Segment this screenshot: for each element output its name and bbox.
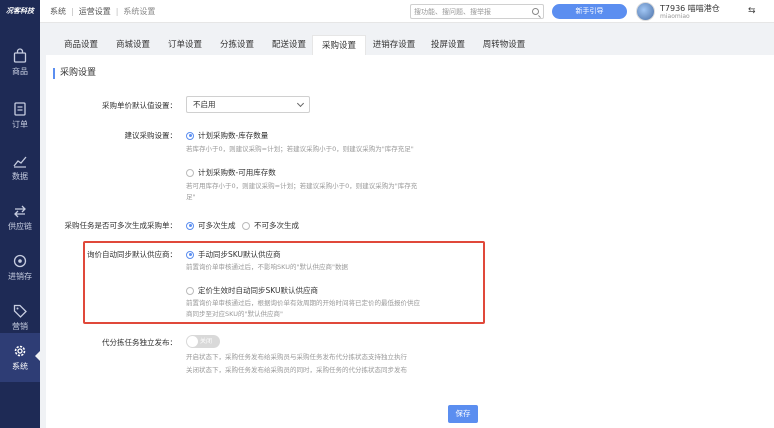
purchase-settings-panel: 采购设置 采购单价默认值设置： 不启用 建议采购设置： 计划采购数-库存数量 若… (46, 55, 774, 428)
tab-sorting-settings[interactable]: 分拣设置 (208, 35, 266, 55)
independent-publish-toggle[interactable]: 关闭 (186, 335, 220, 348)
top-bar: 况客科技 系统|运营设置|系统设置 新手引导 T7936 喵喵港仓 miaomi… (0, 0, 774, 23)
breadcrumb-item-ops[interactable]: 运营设置 (79, 7, 111, 16)
breadcrumb-item-system[interactable]: 系统 (50, 7, 66, 16)
inquiry-opt-manual-desc: 前置询价单审核通过后，不影响SKU的"默认供应商"数据 (186, 263, 348, 271)
tab-order-settings[interactable]: 订单设置 (156, 35, 214, 55)
section-title: 采购设置 (53, 68, 96, 79)
breadcrumb-item-current: 系统设置 (123, 7, 156, 16)
suggest-purchase-label: 建议采购设置： (124, 131, 178, 140)
order-icon (14, 102, 26, 116)
chart-icon (13, 156, 27, 168)
tab-inventory-settings[interactable]: 进销存设置 (364, 35, 424, 55)
sidebar-item-label: 进销存 (8, 272, 32, 281)
sidebar-item-label: 订单 (12, 120, 28, 129)
suggest-opt-available-desc-cont: 足" (186, 193, 196, 201)
multi-opt-no-label: 不可多次生成 (254, 221, 299, 230)
sidebar-item-label: 数据 (12, 172, 28, 181)
sidebar-item-label: 供应链 (8, 222, 32, 231)
independent-publish-label: 代分拣任务独立发布： (102, 338, 177, 347)
tab-goods-settings[interactable]: 商品设置 (52, 35, 110, 55)
independent-desc-on: 开启状态下，采购任务发布给采购员与采购任务发布代分拣状态支持独立执行 (186, 353, 407, 361)
search-icon[interactable] (532, 8, 539, 15)
tab-delivery-settings[interactable]: 配送设置 (260, 35, 318, 55)
sidebar-item-supply[interactable]: 供应链 (0, 193, 40, 242)
sidebar-item-label: 系统 (12, 362, 28, 371)
toggle-state-text: 关闭 (200, 338, 213, 345)
inquiry-opt-auto-desc: 前置询价单审核通过后，根据询价单有效周期的开始时间将已定价的最低报价供应 (186, 299, 420, 307)
search-input[interactable] (411, 5, 527, 18)
suggest-opt-stock-label: 计划采购数-库存数量 (198, 131, 269, 140)
radio-unchecked[interactable] (186, 168, 194, 177)
multi-generate-label: 采购任务是否可多次生成采购单： (64, 221, 178, 230)
unit-price-select[interactable]: 不启用 (186, 96, 310, 113)
gear-icon (14, 345, 26, 357)
radio-checked[interactable] (186, 131, 194, 140)
user-subname: miaomiao (660, 13, 690, 20)
sidebar-item-orders[interactable]: 订单 (0, 91, 40, 140)
tab-screen-settings[interactable]: 投屏设置 (422, 35, 474, 55)
inquiry-opt-manual[interactable]: 手动同步SKU默认供应商 (186, 249, 280, 260)
inquiry-opt-auto-desc-cont: 商同步至对应SKU的"默认供应商" (186, 310, 283, 318)
suggest-opt-stock-desc: 若库存小于0，则建议采购=计划；若建议采购小于0，则建议采购为"库存充足" (186, 145, 414, 153)
sidebar-item-inventory[interactable]: 进销存 (0, 243, 40, 292)
suggest-opt-available-label: 计划采购数-可用库存数 (198, 168, 276, 177)
tab-purchase-settings[interactable]: 采购设置 (312, 35, 366, 55)
breadcrumb-separator: | (115, 7, 119, 16)
unit-price-value: 不启用 (193, 100, 216, 109)
inquiry-sync-label: 询价自动同步默认供应商： (87, 250, 177, 259)
brand-logo[interactable]: 况客科技 (0, 0, 40, 23)
sidebar-item-data[interactable]: 数据 (0, 143, 40, 192)
settings-tabs: 商品设置 商城设置 订单设置 分拣设置 配送设置 采购设置 进销存设置 投屏设置… (40, 23, 774, 55)
unit-price-label: 采购单价默认值设置： (102, 101, 177, 110)
tab-mall-settings[interactable]: 商城设置 (104, 35, 162, 55)
sidebar-item-goods[interactable]: 商品 (0, 38, 40, 87)
avatar[interactable] (636, 2, 655, 21)
global-search[interactable] (410, 4, 544, 19)
swap-icon (14, 205, 26, 218)
sidebar: 商品 订单 数据 供应链 进销存 营销 系统 (0, 23, 40, 428)
radio-unchecked[interactable] (242, 221, 250, 230)
tag-icon (13, 304, 27, 318)
switch-icon[interactable]: ⇆ (748, 6, 756, 16)
inquiry-opt-auto-label: 定价生效时自动同步SKU默认供应商 (198, 286, 318, 295)
sidebar-item-label: 商品 (12, 67, 28, 76)
multi-opt-no[interactable]: 不可多次生成 (242, 220, 299, 231)
breadcrumb: 系统 | 运营设置 | 系统设置 (50, 0, 155, 23)
suggest-opt-stock[interactable]: 计划采购数-库存数量 (186, 130, 268, 141)
suggest-opt-available[interactable]: 计划采购数-可用库存数 (186, 167, 276, 178)
sidebar-item-label: 营销 (12, 322, 28, 331)
multi-opt-yes-label: 可多次生成 (198, 221, 236, 230)
chevron-down-icon (296, 99, 305, 108)
tab-turnover-settings[interactable]: 周转物设置 (473, 35, 535, 55)
inventory-icon (13, 254, 27, 268)
toggle-knob (187, 336, 198, 347)
radio-checked[interactable] (186, 221, 194, 230)
breadcrumb-separator: | (71, 7, 74, 16)
save-button[interactable]: 保存 (448, 405, 478, 423)
independent-desc-off: 关闭状态下，采购任务发布给采购员的同时，采购任务的代分拣状态同步发布 (186, 366, 407, 374)
radio-checked[interactable] (186, 250, 194, 259)
suggest-opt-available-desc: 若可用库存小于0，则建议采购=计划；若建议采购小于0，则建议采购为"库存充 (186, 182, 418, 190)
inquiry-opt-manual-label: 手动同步SKU默认供应商 (198, 250, 281, 259)
inquiry-opt-auto[interactable]: 定价生效时自动同步SKU默认供应商 (186, 285, 318, 296)
guide-button[interactable]: 新手引导 (552, 4, 627, 19)
multi-opt-yes[interactable]: 可多次生成 (186, 220, 236, 231)
sidebar-item-system[interactable]: 系统 (0, 333, 40, 382)
radio-unchecked[interactable] (186, 286, 194, 295)
bag-icon (13, 48, 27, 63)
